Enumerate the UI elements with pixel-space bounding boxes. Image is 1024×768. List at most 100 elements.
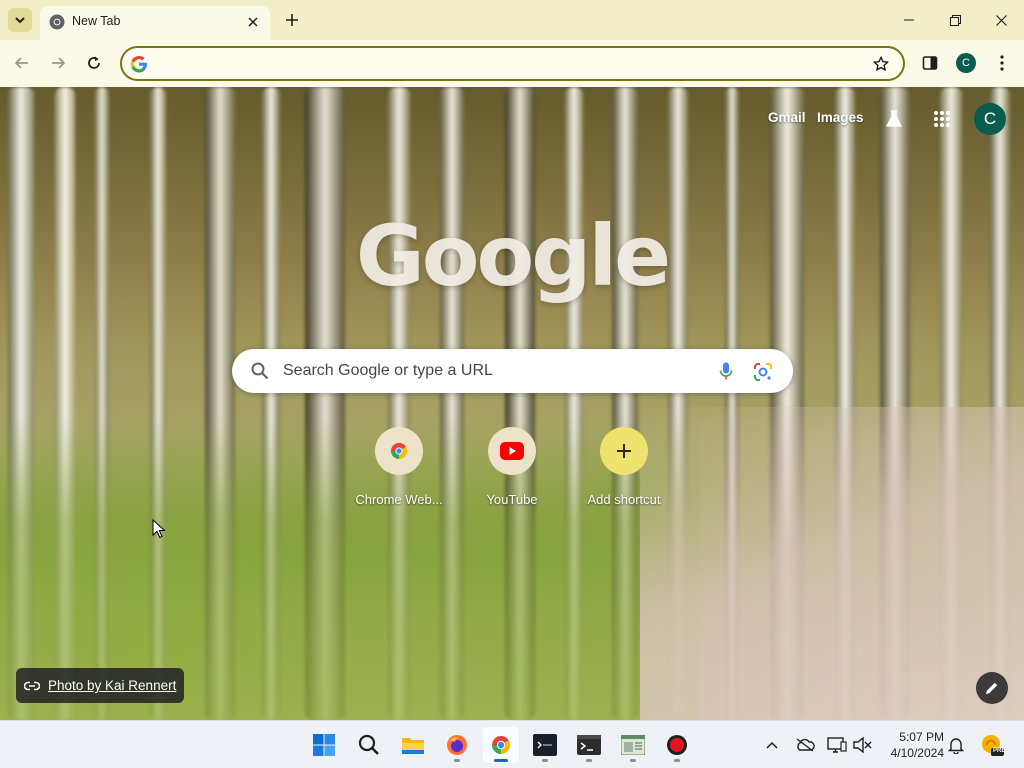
flask-icon (886, 110, 902, 127)
browser-toolbar (0, 40, 1024, 87)
close-icon (248, 17, 258, 27)
google-g-icon (130, 56, 147, 73)
attribution-link[interactable]: Photo by Kai Rennert (48, 678, 176, 693)
shortcut-label: Add shortcut (587, 492, 661, 507)
firefox-app[interactable] (439, 727, 475, 763)
arrow-left-icon (14, 57, 28, 69)
terminal-dark-app[interactable] (527, 727, 563, 763)
new-tab-page: Gmail Images C Google Search Google or t… (0, 87, 1024, 720)
preview-badge: PRE (993, 748, 1006, 754)
taskbar-search-button[interactable] (351, 727, 387, 763)
back-button[interactable] (7, 48, 37, 78)
side-panel-button[interactable] (915, 48, 945, 78)
youtube-icon (500, 442, 524, 460)
notifications-button[interactable] (944, 733, 968, 757)
chrome-web-store-icon (390, 442, 408, 460)
tab-close-button[interactable] (244, 13, 262, 31)
network-icon (827, 737, 847, 753)
plus-icon (286, 14, 298, 26)
images-link[interactable]: Images (817, 110, 864, 125)
new-tab-button[interactable] (280, 8, 304, 32)
firefox-icon (447, 735, 467, 755)
clock-time: 5:07 PM (899, 730, 944, 744)
chrome-app[interactable] (483, 727, 519, 763)
running-indicator (674, 759, 680, 762)
record-icon (667, 735, 687, 755)
omnibox[interactable] (120, 46, 905, 81)
clock-date: 4/10/2024 (890, 746, 944, 760)
account-avatar[interactable]: C (974, 103, 1006, 135)
tab-new-tab[interactable]: New Tab (40, 6, 270, 40)
address-input[interactable] (156, 53, 856, 75)
running-indicator (542, 759, 548, 762)
arrow-right-icon (52, 57, 66, 69)
restore-icon (949, 14, 961, 26)
chevron-up-icon (766, 741, 778, 749)
windows-start-button[interactable] (306, 727, 342, 763)
microphone-icon[interactable] (716, 361, 736, 381)
copilot-preview-button[interactable]: PRE (980, 733, 1006, 757)
pencil-icon (986, 682, 998, 694)
tab-search-button[interactable] (8, 8, 32, 32)
terminal-icon (533, 734, 557, 756)
running-indicator (454, 759, 460, 762)
google-lens-icon[interactable] (752, 361, 774, 383)
star-icon (873, 56, 889, 71)
network-tray-button[interactable] (825, 733, 849, 757)
restore-button[interactable] (932, 0, 978, 40)
taskbar: 5:07 PM 4/10/2024 PRE (0, 720, 1024, 768)
shortcut-tile[interactable]: YouTube (456, 424, 568, 514)
notepad-app[interactable] (615, 727, 651, 763)
shortcut-icon-circle (375, 427, 423, 475)
close-window-button[interactable] (978, 0, 1024, 40)
search-input[interactable] (283, 360, 703, 382)
command-prompt-app[interactable] (571, 727, 607, 763)
apps-grid-icon (934, 111, 950, 127)
reload-icon (88, 56, 100, 69)
more-vertical-icon (1000, 55, 1004, 71)
shortcut-icon-circle (600, 427, 648, 475)
chrome-icon (492, 735, 511, 754)
profile-avatar-button[interactable]: C (956, 53, 976, 73)
shortcut-label: Chrome Web... (355, 492, 443, 507)
speaker-muted-icon (853, 737, 872, 753)
customize-chrome-button[interactable] (976, 672, 1008, 704)
shortcut-label: YouTube (486, 492, 538, 507)
search-icon (358, 734, 379, 755)
gmail-link[interactable]: Gmail (768, 110, 806, 125)
chrome-icon (49, 14, 65, 30)
side-panel-icon (922, 56, 938, 70)
tab-title: New Tab (72, 14, 121, 28)
google-apps-button[interactable] (927, 104, 957, 134)
onedrive-tray-button[interactable] (793, 733, 817, 757)
forward-button[interactable] (43, 48, 73, 78)
shortcut-icon-circle (488, 427, 536, 475)
minimize-icon (904, 19, 914, 21)
google-logo: Google (355, 207, 671, 305)
add-shortcut-tile[interactable]: Add shortcut (568, 424, 680, 514)
volume-tray-button[interactable] (851, 733, 875, 757)
system-clock[interactable]: 5:07 PM 4/10/2024 (876, 729, 944, 761)
photo-attribution[interactable]: Photo by Kai Rennert (16, 668, 185, 703)
background-photo (640, 407, 1024, 720)
search-labs-button[interactable] (879, 104, 909, 134)
show-hidden-icons-button[interactable] (760, 733, 784, 757)
title-bar: New Tab (0, 0, 1024, 40)
file-explorer-app[interactable] (395, 727, 431, 763)
command-prompt-icon (577, 735, 601, 755)
bookmark-button[interactable] (871, 54, 891, 74)
link-icon (24, 681, 40, 690)
reload-button[interactable] (79, 48, 109, 78)
shortcut-tile[interactable]: Chrome Web... (343, 424, 455, 514)
bell-icon (948, 738, 964, 754)
windows-logo-icon (313, 734, 335, 756)
search-box[interactable] (232, 349, 793, 393)
folder-icon (402, 738, 424, 754)
search-icon (251, 362, 269, 380)
window-app-icon (621, 735, 645, 755)
mouse-cursor-icon (152, 519, 166, 539)
close-icon (995, 14, 1007, 26)
chrome-menu-button[interactable] (987, 48, 1017, 78)
screen-recorder-app[interactable] (659, 727, 695, 763)
minimize-button[interactable] (886, 0, 932, 40)
